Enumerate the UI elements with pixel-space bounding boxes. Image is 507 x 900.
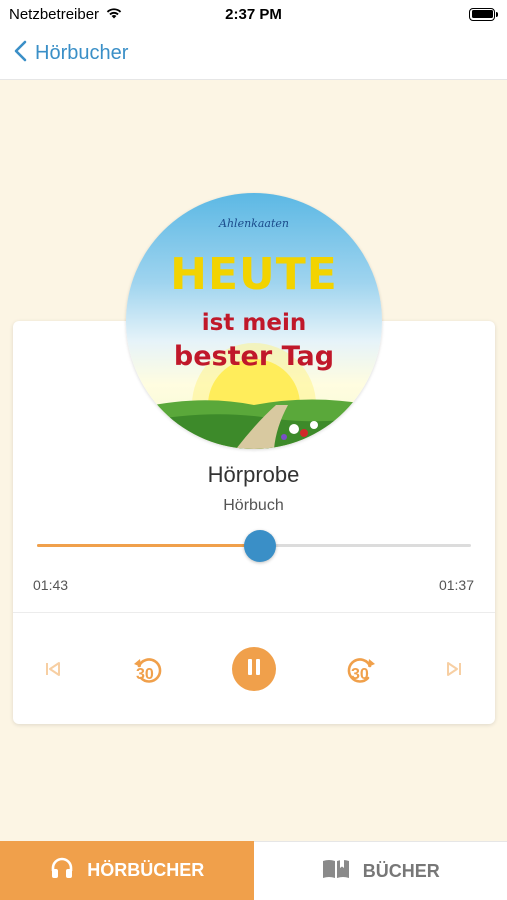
rewind-30-button[interactable]: 30	[130, 652, 166, 688]
status-time: 2:37 PM	[225, 5, 282, 23]
elapsed-time: 01:43	[33, 577, 69, 593]
back-button-label: Hörbucher	[35, 42, 129, 64]
chevron-left-icon	[14, 40, 27, 68]
book-icon	[321, 857, 351, 886]
forward-30-button[interactable]: 30	[343, 652, 379, 688]
pause-icon	[247, 658, 261, 681]
cover-title-line1: HEUTE	[170, 249, 338, 300]
wifi-icon	[105, 6, 123, 23]
back-button[interactable]: Hörbucher	[14, 40, 128, 68]
remaining-time: 01:37	[438, 577, 474, 593]
track-title: Hörprobe	[207, 462, 300, 487]
slider-thumb[interactable]	[243, 530, 276, 562]
rewind-30-label: 30	[136, 666, 154, 683]
tab-buecher-label: BÜCHER	[362, 860, 440, 881]
divider	[13, 612, 495, 613]
skip-previous-icon	[43, 659, 63, 679]
progress-slider[interactable]	[37, 530, 471, 562]
tab-buecher[interactable]: BÜCHER	[253, 841, 507, 900]
pause-button[interactable]	[232, 647, 276, 691]
skip-next-button[interactable]	[443, 658, 465, 680]
skip-previous-button[interactable]	[42, 658, 64, 680]
forward-30-label: 30	[351, 666, 369, 683]
tab-hoerbuecher-label: HÖRBÜCHER	[87, 860, 205, 880]
album-cover: Ahlenkaaten HEUTE ist mein bester Tag	[126, 193, 382, 449]
status-bar: Netzbetreiber 2:37 PM	[0, 0, 507, 28]
status-left: Netzbetreiber	[9, 6, 123, 23]
carrier-label: Netzbetreiber	[9, 5, 100, 23]
tab-hoerbuecher[interactable]: HÖRBÜCHER	[0, 841, 254, 900]
track-subtitle: Hörbuch	[223, 497, 284, 514]
cover-title-line2: ist mein	[201, 310, 307, 336]
navigation-bar: Hörbucher	[0, 28, 507, 80]
cover-title-line3: bester Tag	[173, 341, 335, 372]
battery-icon	[469, 7, 498, 21]
skip-next-icon	[444, 659, 464, 679]
slider-fill	[37, 544, 260, 547]
cover-brand-logo: Ahlenkaaten	[219, 217, 289, 230]
headphones-icon	[49, 855, 75, 886]
tab-bar: HÖRBÜCHER BÜCHER	[0, 841, 507, 900]
